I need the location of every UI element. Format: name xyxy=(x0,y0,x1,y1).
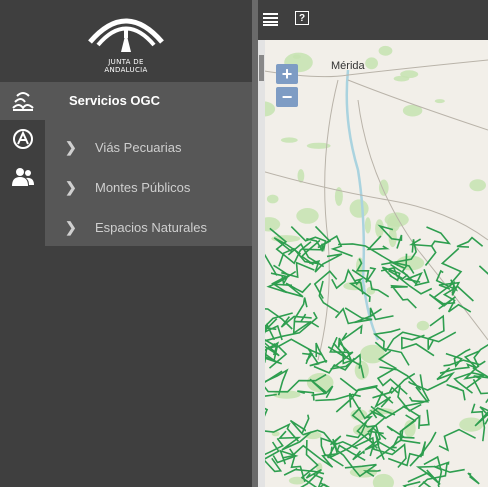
forest-patch xyxy=(364,217,371,234)
road-line xyxy=(347,79,488,131)
route-line xyxy=(341,324,363,342)
route-line xyxy=(472,378,488,404)
route-line xyxy=(433,465,465,474)
route-line xyxy=(390,284,417,309)
logo: JUNTA DE ANDALUCIA xyxy=(0,0,252,80)
help-icon[interactable]: ? xyxy=(295,11,309,25)
route-line xyxy=(442,285,474,313)
zoom-in-label: + xyxy=(281,63,293,84)
forest-patch xyxy=(469,179,486,192)
forest-patch xyxy=(296,208,319,224)
road-line xyxy=(317,79,339,361)
map-layer xyxy=(258,45,488,487)
forest-patch xyxy=(280,137,298,143)
road-line xyxy=(357,99,488,341)
route-line xyxy=(374,331,457,353)
zoom-out-label: − xyxy=(281,86,293,107)
forest-patch xyxy=(393,75,410,82)
route-line xyxy=(339,377,394,404)
map-resize-handle[interactable] xyxy=(259,55,264,81)
route-line xyxy=(335,384,378,413)
forest-patch xyxy=(434,99,445,104)
menu-item-espacios-naturales[interactable]: ❯ Espacios Naturales xyxy=(65,217,207,237)
forest-patch xyxy=(379,179,389,196)
route-line xyxy=(446,383,466,401)
forest-patch xyxy=(365,57,378,70)
zoom-out-button[interactable]: − xyxy=(276,87,298,107)
services-panel: Servicios OGC ❯ Viás Pecuarias ❯ Montes … xyxy=(45,82,252,246)
menu-item-label: Viás Pecuarias xyxy=(95,139,182,155)
map-city-label: Mérida xyxy=(331,60,365,72)
forest-patch xyxy=(372,473,394,487)
route-line xyxy=(443,359,486,367)
forest-patch xyxy=(292,54,301,59)
chevron-right-icon: ❯ xyxy=(65,218,77,235)
forest-patch xyxy=(404,420,416,438)
menu-item-label: Espacios Naturales xyxy=(95,219,207,235)
map-canvas[interactable] xyxy=(258,40,488,487)
sidebar: JUNTA DE ANDALUCIA Servicios OGC ❯ Viás … xyxy=(0,0,252,487)
forest-patch xyxy=(266,194,279,204)
route-line xyxy=(262,441,283,473)
route-line xyxy=(314,225,353,257)
forest-patch xyxy=(349,199,369,218)
chevron-right-icon: ❯ xyxy=(65,178,77,195)
route-line xyxy=(266,270,297,294)
forest-patch xyxy=(459,417,484,432)
users-icon[interactable] xyxy=(0,158,45,196)
forest-patch xyxy=(366,286,376,295)
list-icon[interactable] xyxy=(263,12,279,26)
route-line xyxy=(438,428,476,452)
route-line xyxy=(313,270,338,299)
menu-item-label: Montes Públicos xyxy=(95,179,191,195)
map-edge xyxy=(258,40,265,487)
route-line xyxy=(456,236,484,248)
route-line xyxy=(440,247,463,286)
route-line xyxy=(319,482,331,487)
route-line xyxy=(369,307,394,321)
menu-item-montes-publicos[interactable]: ❯ Montes Públicos xyxy=(65,177,190,197)
route-line xyxy=(427,314,445,350)
chevron-right-icon: ❯ xyxy=(65,138,77,155)
panel-title: Servicios OGC xyxy=(69,93,161,108)
route-line xyxy=(366,235,390,251)
route-line xyxy=(281,261,315,279)
route-line xyxy=(478,265,488,275)
road-line xyxy=(258,169,488,241)
forest-patch xyxy=(416,320,430,331)
menu-item-vias-pecuarias[interactable]: ❯ Viás Pecuarias xyxy=(65,137,181,157)
forest-patch xyxy=(384,212,409,227)
forest-patch xyxy=(378,45,393,56)
route-line xyxy=(289,414,310,435)
top-toolbar: ? xyxy=(258,0,488,40)
route-line xyxy=(403,269,430,287)
logo-text: JUNTA DE ANDALUCIA xyxy=(104,58,148,74)
route-line xyxy=(426,226,452,247)
zoom-in-button[interactable]: + xyxy=(276,64,298,84)
help-label: ? xyxy=(298,12,306,24)
route-line xyxy=(467,472,480,485)
icon-bar xyxy=(0,82,45,196)
servicios-ogc-icon[interactable] xyxy=(0,82,45,120)
route-line xyxy=(313,357,356,374)
compass-icon[interactable] xyxy=(0,120,45,158)
